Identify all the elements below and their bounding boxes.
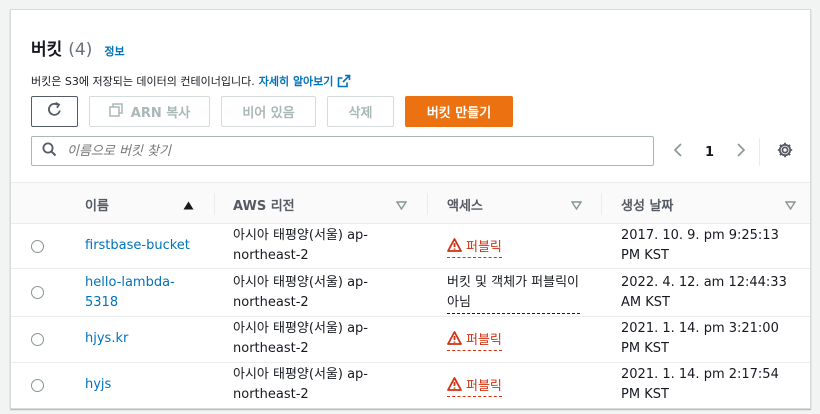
created-line: 2021. 1. 14. pm 2:17:54 [621,367,779,382]
access-public[interactable]: 퍼블릭 [447,331,502,351]
region-cell: 아시아 태평양(서울) ap- northeast-2 [233,226,368,266]
region-line: northeast-2 [233,341,309,356]
access-public[interactable]: 퍼블릭 [447,238,502,258]
bucket-count: (4) [68,40,93,60]
create-bucket-button[interactable]: 버킷 만들기 [405,96,513,127]
table-row[interactable]: hyjs 아시아 태평양(서울) ap- northeast-2 퍼블릭 202… [11,363,810,408]
created-cell: 2022. 4. 12. am 12:44:33 AM KST [621,273,787,313]
refresh-button[interactable] [31,96,78,127]
column-name[interactable]: 이름 [85,183,225,225]
bucket-name-line[interactable]: hello-lambda- [85,273,175,293]
bucket-name-link[interactable]: hyjs [85,375,111,395]
created-cell: 2017. 10. 9. pm 9:25:13 PM KST [621,226,779,266]
description: 버킷은 S3에 저장되는 데이터의 컨테이너입니다. 자세히 알아보기 [31,73,790,89]
region-line: northeast-2 [233,387,309,402]
created-line: 2021. 1. 14. pm 3:21:00 [621,321,779,336]
bucket-name-link[interactable]: hjys.kr [85,329,128,349]
chevron-right-icon[interactable] [736,142,746,162]
column-divider [214,193,215,215]
divider [759,138,760,166]
row-radio[interactable] [31,379,44,392]
copy-arn-label: ARN 복사 [130,106,191,121]
copy-arn-button[interactable]: ARN 복사 [89,96,210,127]
access-label: 퍼블릭 [466,333,502,348]
sort-icon[interactable] [395,199,408,214]
column-created-label: 생성 날짜 [621,198,674,214]
region-cell: 아시아 태평양(서울) ap- northeast-2 [233,365,368,405]
bucket-name-line[interactable]: 5318 [85,293,175,313]
table-row[interactable]: hjys.kr 아시아 태평양(서울) ap- northeast-2 퍼블릭 … [11,317,810,363]
column-access[interactable]: 액세스 [447,183,597,225]
column-name-label: 이름 [85,198,109,214]
sort-icon[interactable] [570,199,583,214]
search-bar [31,136,654,166]
external-link-icon[interactable] [337,74,351,88]
created-line: PM KST [621,248,669,263]
settings-gear-icon[interactable] [776,141,794,163]
row-radio[interactable] [31,333,44,346]
region-cell: 아시아 태평양(서울) ap- northeast-2 [233,319,368,359]
description-text: 버킷은 S3에 저장되는 데이터의 컨테이너입니다. [31,75,255,88]
chevron-left-icon[interactable] [673,142,683,162]
created-line: PM KST [621,341,669,356]
region-cell: 아시아 태평양(서울) ap- northeast-2 [233,273,368,313]
refresh-icon [46,101,63,122]
info-link[interactable]: 정보 [104,43,124,59]
page-title: 버킷 [31,40,63,60]
created-line: 2022. 4. 12. am 12:44:33 [621,275,787,290]
copy-icon [109,102,123,121]
created-cell: 2021. 1. 14. pm 2:17:54 PM KST [621,365,779,405]
column-access-label: 액세스 [447,198,483,214]
created-line: PM KST [621,387,669,402]
search-input[interactable] [67,143,627,159]
bucket-name-link[interactable]: firstbase-bucket [85,236,190,256]
row-radio[interactable] [31,240,44,253]
learn-more-link[interactable]: 자세히 알아보기 [259,73,334,89]
access-label: 퍼블릭 [466,379,502,394]
warning-icon [447,331,462,350]
bucket-name-link[interactable]: hello-lambda- 5318 [85,273,175,313]
region-line: northeast-2 [233,248,309,263]
empty-bucket-button[interactable]: 비어 있음 [221,96,316,127]
created-line: AM KST [621,295,670,310]
sort-icon[interactable] [784,199,797,214]
warning-icon [447,377,462,396]
created-line: 2017. 10. 9. pm 9:25:13 [621,228,779,243]
search-icon [42,142,57,161]
created-cell: 2021. 1. 14. pm 3:21:00 PM KST [621,319,779,359]
table-row[interactable]: firstbase-bucket 아시아 태평양(서울) ap- northea… [11,224,810,269]
toolbar: ARN 복사 비어 있음 삭제 버킷 만들기 [31,96,513,127]
region-line: northeast-2 [233,295,309,310]
access-line: 버킷 및 객체가 퍼블릭이 [447,275,579,290]
pagination: 1 [673,142,746,162]
region-line: 아시아 태평양(서울) ap- [233,275,368,290]
region-line: 아시아 태평양(서울) ap- [233,321,368,336]
access-label: 퍼블릭 [466,240,502,255]
buckets-panel: 버킷 (4) 정보 버킷은 S3에 저장되는 데이터의 컨테이너입니다. 자세히… [10,9,811,409]
page-number[interactable]: 1 [705,145,714,160]
column-region[interactable]: AWS 리전 [233,183,413,225]
access-line: 아님 [447,293,580,314]
row-radio[interactable] [31,286,44,299]
panel-header: 버킷 (4) 정보 버킷은 S3에 저장되는 데이터의 컨테이너입니다. 자세히… [11,10,810,89]
column-divider [427,193,428,215]
region-line: 아시아 태평양(서울) ap- [233,228,368,243]
delete-bucket-button[interactable]: 삭제 [327,96,394,127]
access-cell[interactable]: 버킷 및 객체가 퍼블릭이 아님 [447,273,580,314]
column-divider [601,193,602,215]
table-row[interactable]: hello-lambda- 5318 아시아 태평양(서울) ap- north… [11,269,810,317]
buckets-table: 이름 AWS 리전 액세스 생성 날짜 firstbase-bucket 아시아… [11,182,810,408]
column-region-label: AWS 리전 [233,198,295,214]
warning-icon [447,238,462,257]
sort-ascending-icon[interactable] [183,199,194,214]
table-header: 이름 AWS 리전 액세스 생성 날짜 [11,182,810,225]
column-created[interactable]: 생성 날짜 [621,183,801,225]
region-line: 아시아 태평양(서울) ap- [233,367,368,382]
access-public[interactable]: 퍼블릭 [447,377,502,397]
